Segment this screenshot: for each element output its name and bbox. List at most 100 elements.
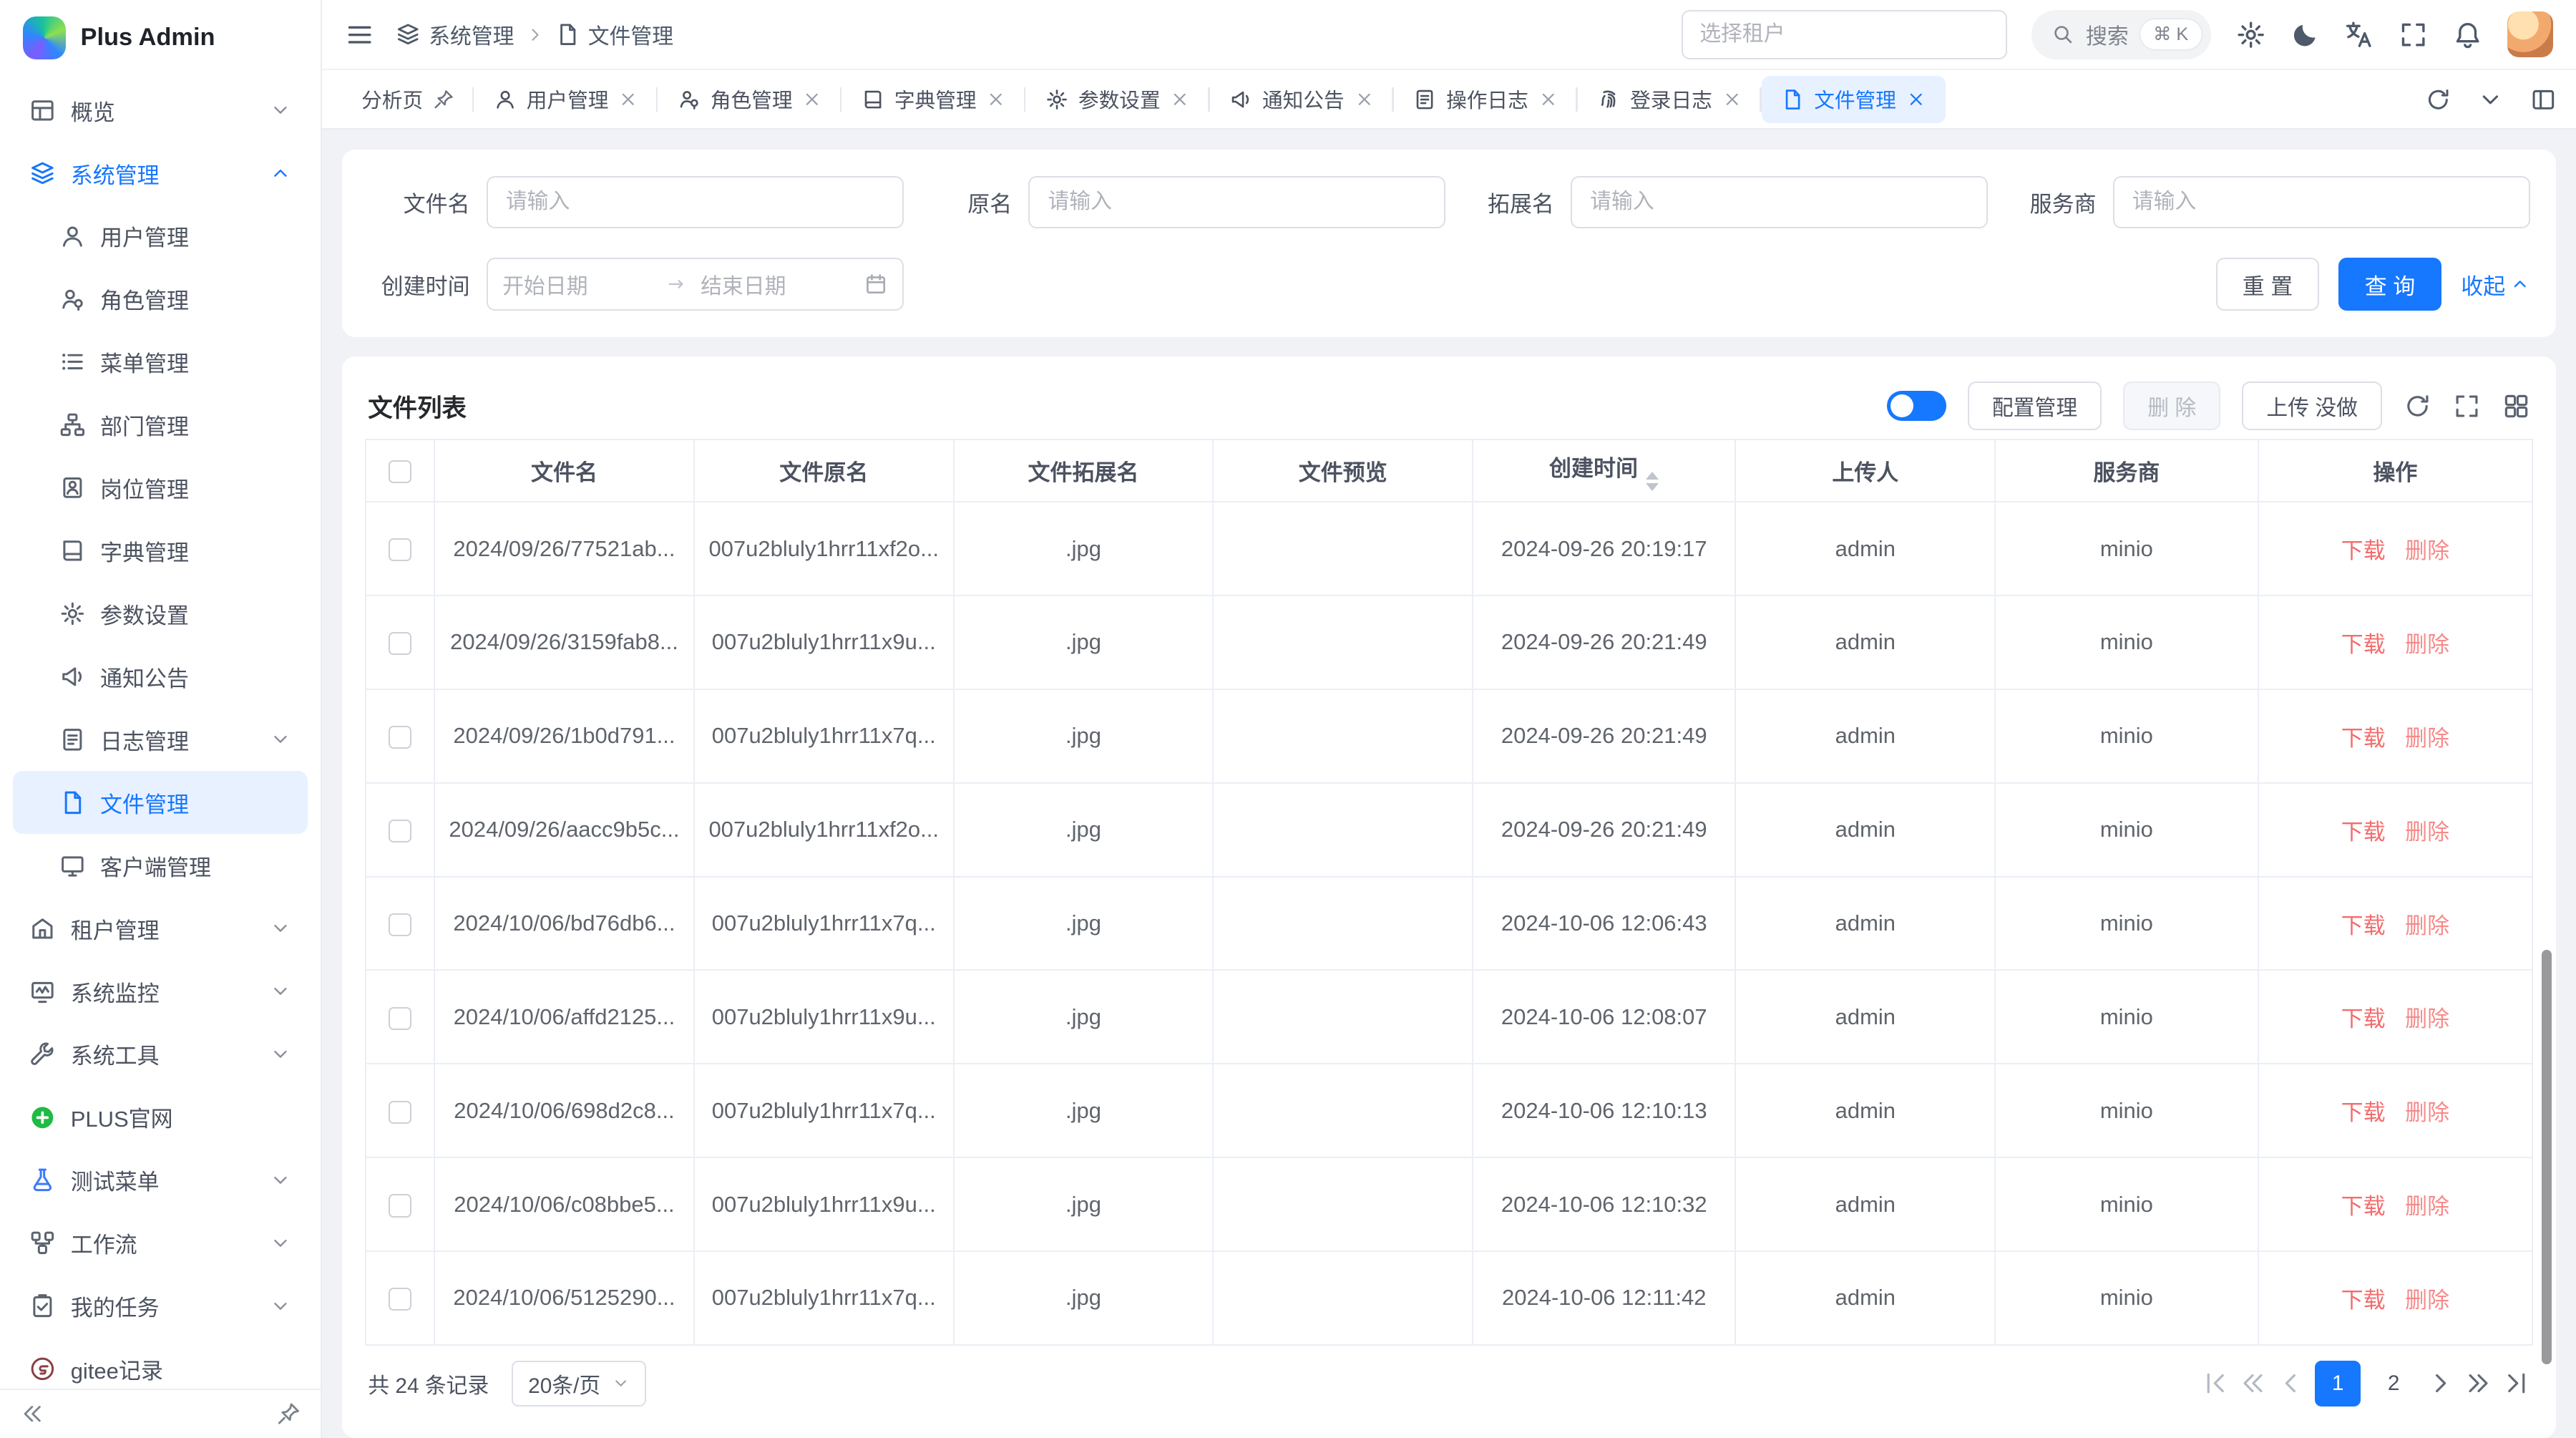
download-link[interactable]: 下载 — [2341, 1100, 2386, 1125]
moon-icon[interactable] — [2290, 20, 2320, 49]
delete-link[interactable]: 删除 — [2405, 538, 2449, 563]
select-all-checkbox[interactable] — [389, 460, 411, 483]
global-search[interactable]: 搜索 ⌘ K — [2031, 10, 2211, 59]
sidebar-item[interactable]: 系统监控 — [13, 960, 307, 1023]
reset-button[interactable]: 重 置 — [2216, 258, 2318, 310]
close-icon[interactable] — [1355, 89, 1375, 110]
date-range-input[interactable]: 开始日期 结束日期 — [487, 258, 904, 310]
download-link[interactable]: 下载 — [2341, 538, 2386, 563]
sidebar-item[interactable]: 我的任务 — [13, 1275, 307, 1338]
row-checkbox[interactable] — [389, 1194, 411, 1217]
avatar[interactable] — [2507, 11, 2553, 57]
delete-link[interactable]: 删除 — [2405, 820, 2449, 845]
tab-item[interactable]: 通知公告 — [1210, 76, 1394, 124]
row-checkbox[interactable] — [389, 632, 411, 655]
sidebar-item[interactable]: 系统工具 — [13, 1023, 307, 1086]
download-link[interactable]: 下载 — [2341, 913, 2386, 938]
sidebar-item[interactable]: 参数设置 — [13, 583, 307, 646]
tab-item[interactable]: 角色管理 — [658, 76, 841, 124]
chevron-down-icon[interactable] — [2477, 87, 2504, 113]
delete-link[interactable]: 删除 — [2405, 1194, 2449, 1219]
sidebar-item[interactable]: 概览 — [13, 79, 307, 142]
sidebar-item[interactable]: 菜单管理 — [13, 331, 307, 394]
table-scrollbar-thumb[interactable] — [2542, 950, 2552, 1364]
close-icon[interactable] — [1538, 89, 1558, 110]
filter-input[interactable] — [1028, 176, 1445, 228]
delete-link[interactable]: 删除 — [2405, 632, 2449, 657]
row-checkbox[interactable] — [389, 913, 411, 936]
tab-item[interactable]: 字典管理 — [841, 76, 1025, 124]
download-link[interactable]: 下载 — [2341, 1006, 2386, 1031]
row-checkbox[interactable] — [389, 1288, 411, 1311]
row-checkbox[interactable] — [389, 820, 411, 842]
row-checkbox[interactable] — [389, 726, 411, 749]
delete-link[interactable]: 删除 — [2405, 726, 2449, 751]
close-icon[interactable] — [986, 89, 1006, 110]
sidebar-item[interactable]: 工作流 — [13, 1212, 307, 1275]
download-link[interactable]: 下载 — [2341, 1288, 2386, 1313]
download-link[interactable]: 下载 — [2341, 1194, 2386, 1219]
download-link[interactable]: 下载 — [2341, 820, 2386, 845]
collapse-filters-link[interactable]: 收起 — [2461, 268, 2529, 301]
sidebar-item[interactable]: 客户端管理 — [13, 834, 307, 897]
row-checkbox[interactable] — [389, 1007, 411, 1030]
sidebar-item[interactable]: gitee记录 — [13, 1338, 307, 1389]
app-logo[interactable]: Plus Admin — [0, 0, 321, 76]
close-icon[interactable] — [1906, 89, 1926, 110]
sidebar-item[interactable]: 岗位管理 — [13, 457, 307, 520]
upload-button[interactable]: 上传 没做 — [2242, 382, 2382, 431]
layout-icon[interactable] — [2530, 87, 2557, 113]
first-page-button[interactable] — [2202, 1369, 2230, 1397]
filter-input[interactable] — [1571, 176, 1988, 228]
page-number-button[interactable]: 2 — [2371, 1361, 2416, 1407]
tab-item[interactable]: 文件管理 — [1762, 76, 1946, 124]
sidebar-item[interactable]: 通知公告 — [13, 645, 307, 708]
delete-link[interactable]: 删除 — [2405, 1288, 2449, 1313]
tab-item[interactable]: 操作日志 — [1394, 76, 1578, 124]
close-icon[interactable] — [802, 89, 822, 110]
gear-icon[interactable] — [2236, 20, 2265, 49]
download-link[interactable]: 下载 — [2341, 632, 2386, 657]
sidebar-item[interactable]: 字典管理 — [13, 520, 307, 583]
hamburger-menu-icon[interactable] — [345, 20, 374, 49]
delete-link[interactable]: 删除 — [2405, 1100, 2449, 1125]
delete-link[interactable]: 删除 — [2405, 1006, 2449, 1031]
translate-icon[interactable] — [2344, 20, 2373, 49]
sidebar-item[interactable]: PLUS官网 — [13, 1086, 307, 1149]
tab-item[interactable]: 登录日志 — [1578, 76, 1762, 124]
bell-icon[interactable] — [2453, 20, 2482, 49]
row-checkbox[interactable] — [389, 1101, 411, 1124]
breadcrumb-item[interactable]: 文件管理 — [555, 19, 673, 50]
pin-sidebar-button[interactable] — [276, 1401, 301, 1426]
sidebar-item[interactable]: 用户管理 — [13, 205, 307, 268]
last-page-button[interactable] — [2502, 1369, 2530, 1397]
delete-link[interactable]: 删除 — [2405, 913, 2449, 938]
fullscreen-icon[interactable] — [2399, 20, 2428, 49]
delete-button[interactable]: 删 除 — [2123, 382, 2220, 431]
page-size-select[interactable]: 20条/页 — [512, 1361, 646, 1407]
row-checkbox[interactable] — [389, 538, 411, 561]
download-link[interactable]: 下载 — [2341, 726, 2386, 751]
tab-item[interactable]: 用户管理 — [474, 76, 658, 124]
tenant-select[interactable] — [1682, 10, 2007, 59]
close-icon[interactable] — [1170, 89, 1190, 110]
sidebar-item[interactable]: 部门管理 — [13, 394, 307, 457]
fullscreen-icon[interactable] — [2453, 392, 2481, 420]
sidebar-item[interactable]: 文件管理 — [13, 771, 307, 834]
stripe-toggle[interactable] — [1887, 391, 1946, 420]
prev-group-button[interactable] — [2239, 1369, 2267, 1397]
close-icon[interactable] — [618, 89, 638, 110]
tab-item[interactable]: 参数设置 — [1025, 76, 1209, 124]
sidebar-item[interactable]: 租户管理 — [13, 897, 307, 960]
grid-icon[interactable] — [2502, 392, 2530, 420]
sidebar-item[interactable]: 日志管理 — [13, 708, 307, 771]
close-icon[interactable] — [1722, 89, 1742, 110]
config-manage-button[interactable]: 配置管理 — [1968, 382, 2102, 431]
collapse-sidebar-button[interactable] — [20, 1401, 44, 1426]
next-group-button[interactable] — [2464, 1369, 2492, 1397]
sidebar-item[interactable]: 系统管理 — [13, 142, 307, 205]
filter-input[interactable] — [487, 176, 904, 228]
next-page-button[interactable] — [2426, 1369, 2454, 1397]
query-button[interactable]: 查 询 — [2338, 258, 2441, 310]
refresh-icon[interactable] — [2425, 87, 2451, 113]
